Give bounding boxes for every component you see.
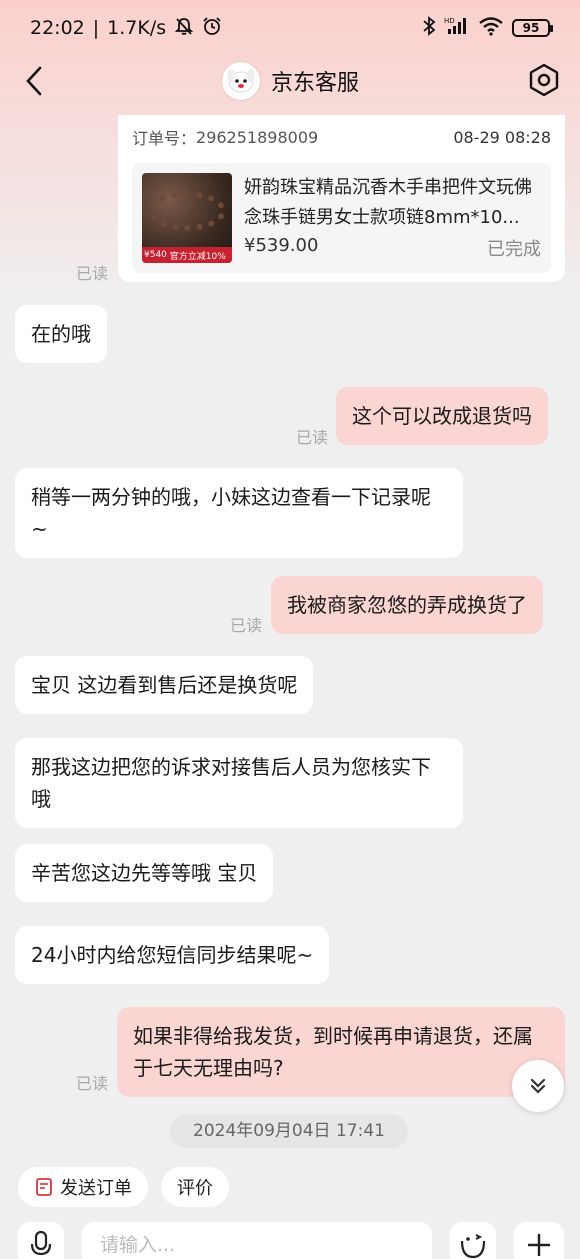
settings-hex-icon <box>529 63 559 97</box>
send-order-button[interactable]: 发送订单 <box>18 1167 148 1207</box>
message-bubble-right[interactable]: 如果非得给我发货，到时候再申请退货，还属于七天无理由吗? <box>117 1007 565 1097</box>
order-time: 08-29 08:28 <box>453 127 551 147</box>
message-bubble-left[interactable]: 在的哦 <box>15 305 107 363</box>
status-separator: | <box>92 17 100 39</box>
emoji-face-icon <box>460 1234 486 1259</box>
product-image-price: ¥540 <box>144 250 167 260</box>
back-button[interactable] <box>22 64 46 98</box>
message-timestamp: 2024年09月04日 17:41 <box>170 1114 408 1148</box>
input-row <box>0 1222 580 1259</box>
nav-title-group: 京东客服 <box>220 61 359 101</box>
bead-bracelet-image <box>148 191 226 231</box>
scroll-to-bottom-button[interactable] <box>512 1060 564 1112</box>
message-bubble-left[interactable]: 宝贝 这边看到售后还是换货呢 <box>15 656 314 714</box>
plus-icon <box>528 1234 550 1256</box>
nav-bar: 京东客服 <box>0 56 580 106</box>
product-image-promo: ¥540 官方立减10% <box>142 247 232 263</box>
order-card[interactable]: 订单号： 296251898009 08-29 08:28 ¥540 官方立减1… <box>118 115 565 282</box>
double-chevron-down-icon <box>530 1078 546 1094</box>
order-header: 订单号： 296251898009 08-29 08:28 <box>132 123 551 151</box>
wifi-icon <box>478 16 504 41</box>
message-bubble-right[interactable]: 我被商家忽悠的弄成换货了 <box>271 576 543 634</box>
back-arrow-icon <box>26 66 42 96</box>
jd-mascot-avatar <box>220 61 261 101</box>
network-speed: 1.7K/s <box>107 17 167 39</box>
order-label: 订单号： <box>132 129 197 148</box>
status-right: HD 95 <box>422 15 553 41</box>
order-document-icon <box>36 1178 52 1196</box>
read-receipt: 已读 <box>230 616 263 635</box>
read-receipt: 已读 <box>76 1074 109 1093</box>
rate-label: 评价 <box>177 1178 213 1199</box>
product-price: ¥539.00 <box>244 235 319 256</box>
battery-icon: 95 <box>512 19 553 37</box>
settings-button[interactable] <box>526 62 562 98</box>
battery-level: 95 <box>522 21 540 35</box>
send-order-label: 发送订单 <box>60 1178 132 1199</box>
mute-bell-icon <box>174 16 194 41</box>
product-title: 妍韵珠宝精品沉香木手串把件文玩佛念珠手链男女士款项链8mm*10... <box>244 177 532 228</box>
signal-icon: HD <box>444 16 470 41</box>
hd-label: HD <box>444 17 455 25</box>
status-bar: 22:02 | 1.7K/s HD 95 <box>0 0 580 56</box>
order-number: 296251898009 <box>196 127 319 147</box>
product-image-promo-text: 官方立减10% <box>169 251 226 262</box>
page-title: 京东客服 <box>270 71 359 96</box>
read-receipt: 已读 <box>296 428 329 447</box>
more-options-button[interactable] <box>514 1222 564 1259</box>
product-bottom: ¥539.00 已完成 <box>244 235 541 261</box>
voice-button[interactable] <box>18 1222 64 1259</box>
product-info: 妍韵珠宝精品沉香木手串把件文玩佛念珠手链男女士款项链8mm*10... ¥539… <box>244 173 541 263</box>
message-bubble-left[interactable]: 24小时内给您短信同步结果呢~ <box>15 926 330 984</box>
status-time: 22:02 <box>30 17 85 39</box>
product-image: ¥540 官方立减10% <box>142 173 232 263</box>
message-bubble-left[interactable]: 辛苦您这边先等等哦 宝贝 <box>15 844 274 902</box>
message-bubble-right[interactable]: 这个可以改成退货吗 <box>336 387 548 445</box>
status-left: 22:02 | 1.7K/s <box>30 16 222 41</box>
alarm-icon <box>202 16 222 41</box>
read-receipt: 已读 <box>76 264 109 283</box>
bluetooth-icon <box>422 15 436 41</box>
product-row[interactable]: ¥540 官方立减10% 妍韵珠宝精品沉香木手串把件文玩佛念珠手链男女士款项链8… <box>132 163 551 273</box>
microphone-icon <box>30 1230 52 1256</box>
message-bubble-left[interactable]: 那我这边把您的诉求对接售后人员为您核实下哦 <box>15 738 463 828</box>
message-input[interactable] <box>82 1222 432 1259</box>
rate-button[interactable]: 评价 <box>161 1167 229 1207</box>
emoji-button[interactable] <box>450 1222 496 1259</box>
order-status: 已完成 <box>487 239 541 260</box>
message-bubble-left[interactable]: 稍等一两分钟的哦，小妹这边查看一下记录呢~ <box>15 468 463 558</box>
